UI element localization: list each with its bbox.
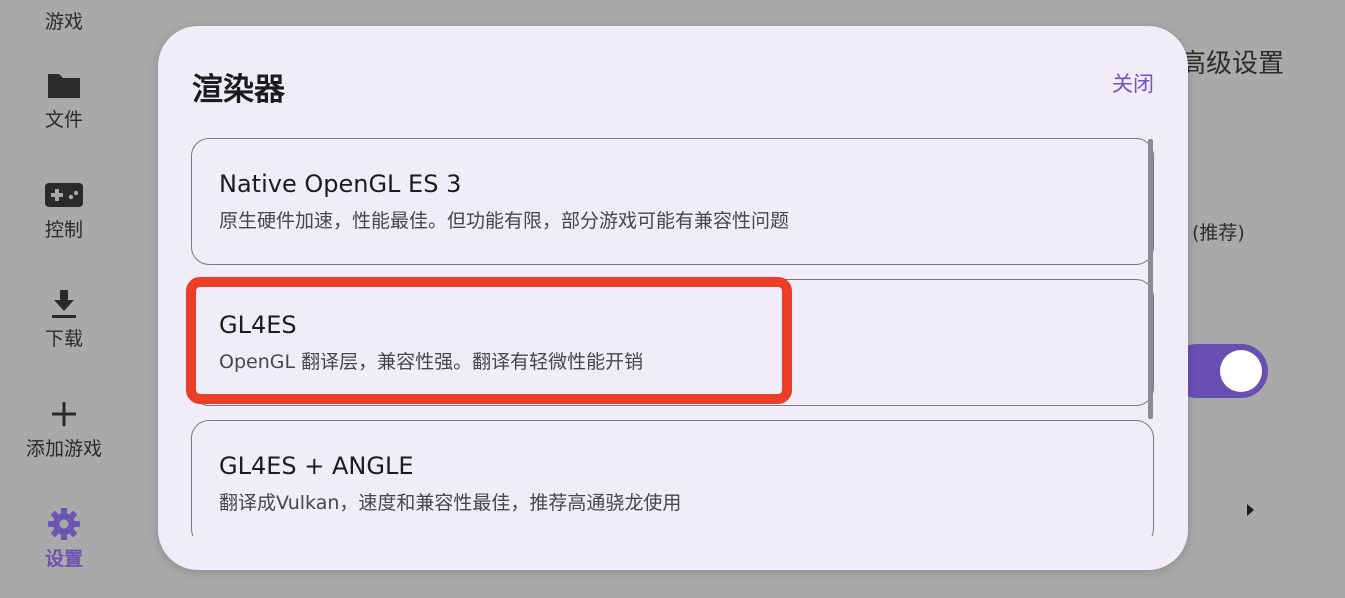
renderer-option-gl4es-angle[interactable]: GL4ES + ANGLE 翻译成Vulkan，速度和兼容性最佳，推荐高通骁龙使…	[191, 420, 1154, 536]
sidebar-item-label: 下载	[44, 328, 83, 350]
dialog-title: 渲染器	[192, 72, 285, 108]
toggle-knob	[1220, 350, 1262, 392]
option-name: Native OpenGL ES 3	[219, 170, 462, 198]
recommend-note: (推荐)	[1192, 222, 1245, 244]
renderer-dialog: 渲染器 关闭 Native OpenGL ES 3 原生硬件加速，性能最佳。但功…	[158, 26, 1188, 570]
folder-icon	[46, 68, 82, 102]
option-name: GL4ES + ANGLE	[219, 452, 414, 480]
sidebar-item-label: 游戏	[44, 11, 83, 33]
option-description: OpenGL 翻译层，兼容性强。翻译有轻微性能开销	[219, 351, 644, 373]
sidebar-item-controls[interactable]: 控制	[0, 178, 128, 242]
renderer-option-native-gles[interactable]: Native OpenGL ES 3 原生硬件加速，性能最佳。但功能有限，部分游…	[191, 138, 1154, 265]
option-description: 原生硬件加速，性能最佳。但功能有限，部分游戏可能有兼容性问题	[219, 210, 790, 232]
sidebar-item-label: 设置	[44, 548, 83, 570]
chevron-right-icon[interactable]	[1246, 502, 1256, 522]
settings-section-title: 高级设置	[1180, 49, 1285, 79]
sidebar-item-label: 文件	[44, 109, 83, 131]
list-scrollbar[interactable]	[1148, 139, 1153, 419]
renderer-option-gl4es[interactable]: GL4ES OpenGL 翻译层，兼容性强。翻译有轻微性能开销	[191, 279, 1154, 406]
sidebar-item-games[interactable]: 游戏	[0, 10, 128, 34]
sidebar-item-label: 控制	[44, 219, 83, 241]
sidebar-item-download[interactable]: 下载	[0, 287, 128, 351]
download-icon	[50, 287, 78, 321]
gear-icon	[47, 507, 81, 541]
sidebar-item-label: 添加游戏	[25, 438, 102, 460]
plus-icon	[51, 397, 77, 431]
option-description: 翻译成Vulkan，速度和兼容性最佳，推荐高通骁龙使用	[219, 492, 682, 514]
controller-icon	[45, 178, 83, 212]
renderer-option-list[interactable]: Native OpenGL ES 3 原生硬件加速，性能最佳。但功能有限，部分游…	[190, 136, 1156, 536]
sidebar-item-settings[interactable]: 设置	[0, 507, 128, 571]
option-name: GL4ES	[219, 311, 297, 339]
sidebar-item-add-game[interactable]: 添加游戏	[0, 397, 128, 461]
sidebar-item-files[interactable]: 文件	[0, 68, 128, 132]
close-button[interactable]: 关闭	[1112, 68, 1154, 98]
